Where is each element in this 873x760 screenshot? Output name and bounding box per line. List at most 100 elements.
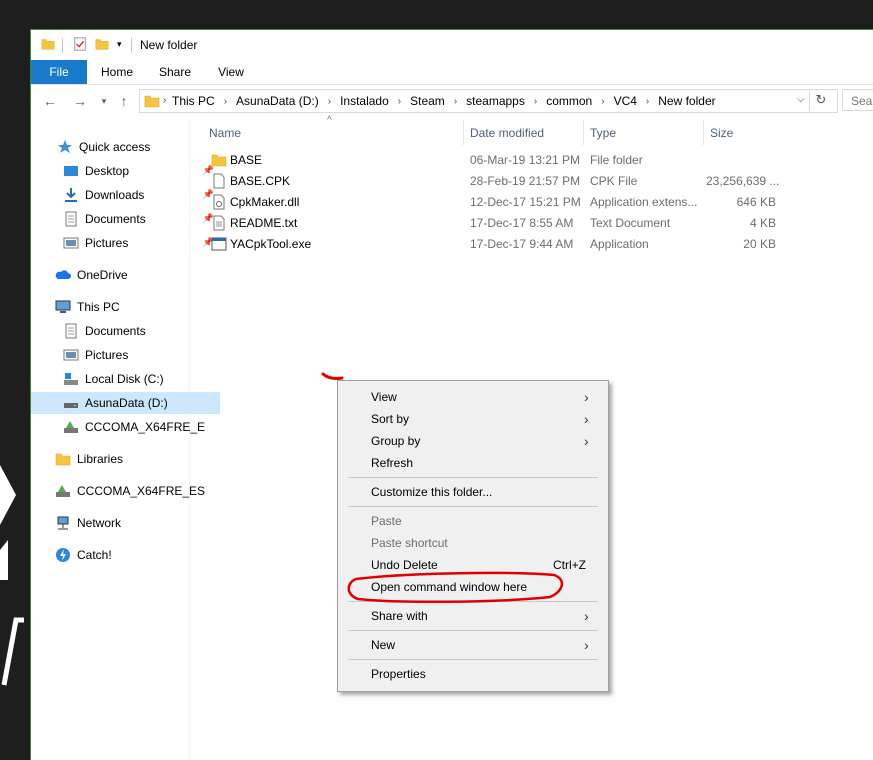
nav-label: Pictures xyxy=(85,348,129,362)
nav-item-this-pc[interactable]: This PC xyxy=(31,296,212,318)
customize-qa-chevron-icon[interactable]: ▾ xyxy=(117,39,122,50)
nav-label: Documents xyxy=(85,212,146,226)
nav-item-cccoma-2[interactable]: CCCOMA_X64FRE_ES xyxy=(31,480,212,502)
menu-item-refresh[interactable]: Refresh xyxy=(338,452,608,474)
nav-item-downloads[interactable]: Downloads 📌 xyxy=(31,184,220,206)
nav-item-pc-pictures[interactable]: Pictures xyxy=(31,344,220,366)
menu-item-sort-by[interactable]: Sort by › xyxy=(338,408,608,430)
file-type: File folder xyxy=(590,153,643,167)
menu-item-group-by[interactable]: Group by › xyxy=(338,430,608,452)
file-size xyxy=(706,150,776,171)
folder-icon xyxy=(144,93,160,112)
menu-item-share-with[interactable]: Share with › xyxy=(338,605,608,627)
table-row[interactable]: BASE 06-Mar-19 13:21 PM File folder xyxy=(203,150,803,171)
menu-label: Sort by xyxy=(371,412,410,426)
menu-item-paste: Paste xyxy=(338,510,608,532)
column-date-modified[interactable]: Date modified xyxy=(463,121,582,145)
nav-label: CCCOMA_X64FRE_ES xyxy=(77,484,206,498)
breadcrumb-instalado[interactable]: Instalado xyxy=(340,94,389,108)
breadcrumb: This PC › AsunaData (D:) › Instalado › Stea… xyxy=(172,94,716,108)
breadcrumb-new-folder[interactable]: New folder xyxy=(658,94,715,108)
file-type: Text Document xyxy=(590,216,671,230)
nav-label: OneDrive xyxy=(77,268,128,282)
submenu-chevron-icon: › xyxy=(584,411,589,427)
table-row[interactable]: BASE.CPK 28-Feb-19 21:57 PM CPK File 23,… xyxy=(203,171,803,192)
breadcrumb-vc4[interactable]: VC4 xyxy=(614,94,637,108)
nav-item-libraries[interactable]: Libraries xyxy=(31,448,212,470)
pictures-icon xyxy=(63,347,79,363)
breadcrumb-steam[interactable]: Steam xyxy=(410,94,445,108)
nav-item-onedrive[interactable]: OneDrive xyxy=(31,264,212,286)
file-name: YACpkTool.exe xyxy=(230,237,312,251)
nav-item-pictures[interactable]: Pictures 📌 xyxy=(31,232,220,254)
ribbon-tabs: File Home Share View xyxy=(31,60,873,85)
breadcrumb-common[interactable]: common xyxy=(546,94,592,108)
address-bar[interactable]: › This PC › AsunaData (D:) › Instalado › St… xyxy=(139,89,838,113)
folder-icon xyxy=(211,152,227,173)
column-size[interactable]: Size xyxy=(703,121,782,145)
nav-item-pc-documents[interactable]: Documents xyxy=(31,320,220,342)
nav-label: CCCOMA_X64FRE_E xyxy=(85,420,206,434)
up-arrow-icon[interactable]: ↑ xyxy=(115,92,133,110)
menu-item-new[interactable]: New › xyxy=(338,634,608,656)
nav-label: Quick access xyxy=(79,140,151,154)
properties-icon[interactable] xyxy=(73,37,87,51)
menu-item-view[interactable]: View › xyxy=(338,386,608,408)
nav-label: Catch! xyxy=(77,548,112,562)
nav-label: Libraries xyxy=(77,452,124,466)
nav-item-cccoma-1[interactable]: CCCOMA_X64FRE_E xyxy=(31,416,220,438)
back-arrow-icon[interactable]: ← xyxy=(41,92,59,110)
menu-separator xyxy=(348,630,598,631)
drive-icon xyxy=(63,395,79,411)
table-row[interactable]: CpkMaker.dll 12-Dec-17 15:21 PM Applicat… xyxy=(203,192,803,213)
search-input[interactable]: Sear xyxy=(842,89,873,111)
file-size: 646 KB xyxy=(736,195,776,209)
nav-label: Documents xyxy=(85,324,146,338)
breadcrumb-this-pc[interactable]: This PC xyxy=(172,94,215,108)
table-row[interactable]: README.txt 17-Dec-17 8:55 AM Text Docume… xyxy=(203,213,803,234)
windows-drive-icon xyxy=(63,371,79,387)
nav-item-desktop[interactable]: Desktop 📌 xyxy=(31,160,220,182)
dvd-drive-icon xyxy=(55,483,71,499)
column-type[interactable]: Type xyxy=(583,121,702,145)
new-folder-icon[interactable] xyxy=(95,37,109,51)
folder-icon xyxy=(41,37,55,51)
recent-locations-chevron-icon[interactable]: ▾ xyxy=(95,92,113,110)
submenu-chevron-icon: › xyxy=(584,608,589,624)
submenu-chevron-icon: › xyxy=(584,637,589,653)
nav-item-catch[interactable]: Catch! xyxy=(31,544,212,566)
download-arrow-icon xyxy=(63,187,79,203)
column-name[interactable]: Name xyxy=(203,121,461,145)
desktop-wallpaper-shape xyxy=(0,465,24,686)
menu-item-properties[interactable]: Properties xyxy=(338,663,608,685)
nav-item-documents[interactable]: Documents 📌 xyxy=(31,208,220,230)
file-type: Application xyxy=(590,237,649,251)
nav-item-local-disk[interactable]: Local Disk (C:) xyxy=(31,368,220,390)
nav-label: This PC xyxy=(77,300,120,314)
file-date: 28-Feb-19 21:57 PM xyxy=(470,174,581,188)
menu-item-customize[interactable]: Customize this folder... xyxy=(338,481,608,503)
menu-label: Paste xyxy=(371,514,402,528)
menu-label: Group by xyxy=(371,434,421,448)
refresh-icon[interactable]: ↻ xyxy=(809,89,832,111)
desktop-icon xyxy=(63,163,79,179)
tab-share[interactable]: Share xyxy=(155,60,195,84)
menu-label: Properties xyxy=(371,667,426,681)
nav-item-quick-access[interactable]: Quick access xyxy=(31,136,214,158)
tab-home[interactable]: Home xyxy=(97,60,137,84)
nav-item-network[interactable]: Network xyxy=(31,512,212,534)
tab-file[interactable]: File xyxy=(31,60,87,84)
submenu-chevron-icon: › xyxy=(584,433,589,449)
network-icon xyxy=(55,515,71,531)
breadcrumb-chevron-icon[interactable]: › xyxy=(163,95,166,106)
tab-view[interactable]: View xyxy=(211,60,251,84)
address-dropdown-chevron-icon[interactable]: ⌵ xyxy=(797,94,805,105)
forward-arrow-icon[interactable]: → xyxy=(71,92,89,110)
file-size: 23,256,639 ... xyxy=(706,174,780,188)
nav-item-asunadata[interactable]: AsunaData (D:) xyxy=(31,392,220,414)
breadcrumb-asunadata[interactable]: AsunaData (D:) xyxy=(236,94,319,108)
breadcrumb-steamapps[interactable]: steamapps xyxy=(466,94,525,108)
file-date: 17-Dec-17 8:55 AM xyxy=(470,216,574,230)
catch-bolt-icon xyxy=(55,547,71,563)
table-row[interactable]: YACpkTool.exe 17-Dec-17 9:44 AM Applicat… xyxy=(203,234,803,255)
